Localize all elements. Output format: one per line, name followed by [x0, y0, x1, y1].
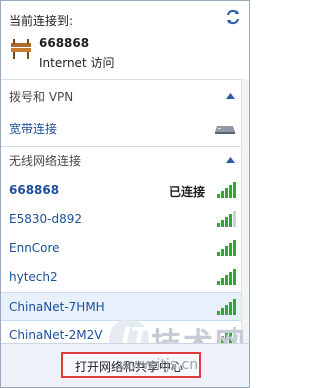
watermark-url: www.itjs.cn	[119, 357, 199, 373]
broadband-modem-icon	[215, 126, 235, 134]
wifi-item[interactable]: EnnCore	[1, 234, 249, 263]
section-wireless-title: 无线网络连接	[9, 154, 82, 168]
current-network-access: Internet 访问	[39, 56, 115, 70]
signal-strength-icon	[217, 240, 236, 256]
wifi-item[interactable]: hytech2	[1, 263, 249, 292]
section-dialup-title: 拨号和 VPN	[9, 90, 74, 104]
wifi-item-name: EnnCore	[9, 241, 60, 255]
chevron-up-icon	[226, 157, 235, 163]
signal-strength-icon	[217, 182, 236, 198]
divider	[1, 146, 249, 147]
signal-strength-icon	[217, 211, 236, 227]
scrollbar[interactable]	[241, 79, 249, 349]
section-dialup-vpn[interactable]: 拨号和 VPN	[1, 85, 249, 107]
bench-network-icon	[11, 39, 31, 59]
dialup-item-label: 宽带连接	[9, 122, 58, 136]
divider	[1, 79, 249, 80]
wifi-item[interactable]: E5830-d892	[1, 205, 249, 234]
wifi-item-status: 已连接	[168, 185, 205, 199]
wifi-item[interactable]: ChinaNet-7HMH	[1, 292, 249, 321]
wifi-item-name: 668868	[9, 183, 60, 197]
wifi-item-name: hytech2	[9, 270, 58, 284]
dialup-item-broadband[interactable]: 宽带连接	[1, 113, 249, 142]
signal-strength-icon	[217, 299, 236, 315]
refresh-icon[interactable]	[225, 9, 241, 25]
current-connection-header: 当前连接到: 668868 Internet 访问	[1, 1, 249, 79]
wifi-item[interactable]: 668868 已连接	[1, 176, 249, 205]
section-wireless[interactable]: 无线网络连接	[1, 149, 249, 171]
current-connection-title: 当前连接到:	[9, 14, 74, 28]
chevron-up-icon	[226, 93, 235, 99]
wifi-item-name: E5830-d892	[9, 212, 82, 226]
wifi-item-name: ChinaNet-2M2V	[9, 328, 103, 342]
wifi-item-name: ChinaNet-7HMH	[9, 300, 105, 314]
wireless-network-popup: 当前连接到: 668868 Internet 访问 拨号和 VPN 宽带连接 无…	[0, 0, 250, 388]
signal-strength-icon	[217, 269, 236, 285]
current-network-name: 668868	[39, 36, 90, 50]
